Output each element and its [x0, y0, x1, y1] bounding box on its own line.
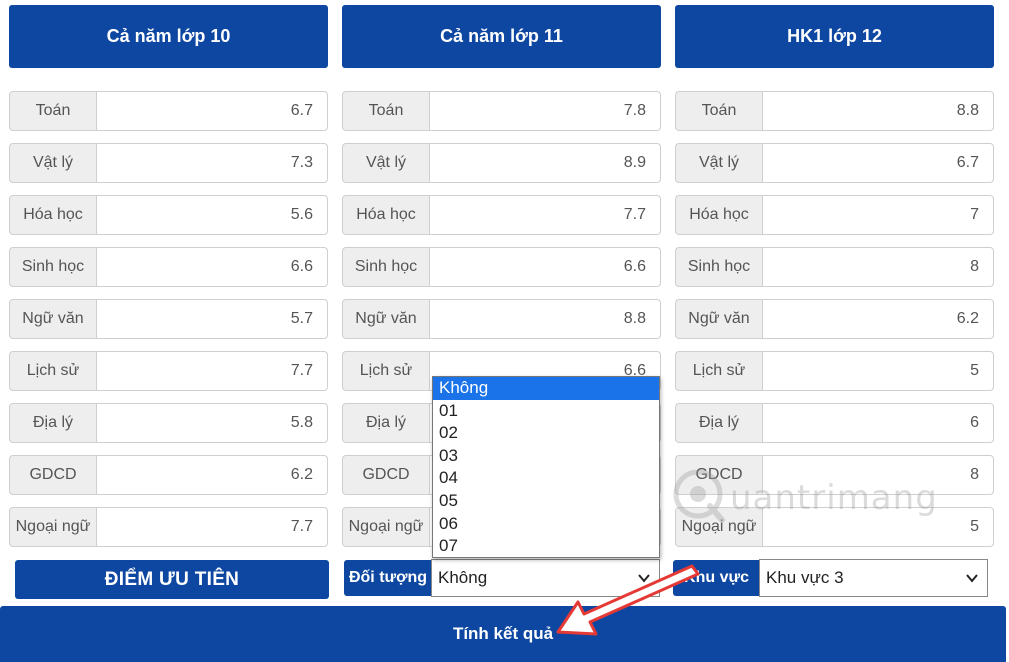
column-title[interactable]: Cả năm lớp 10	[9, 5, 328, 68]
subject-label: Ngoại ngữ	[342, 507, 430, 547]
score-input[interactable]: 6	[762, 403, 994, 443]
chevron-down-icon	[638, 574, 650, 583]
subject-row: Sinh học 8	[675, 247, 994, 287]
subject-label: Ngoại ngữ	[9, 507, 97, 547]
subject-label: Ngữ văn	[342, 299, 430, 339]
score-input[interactable]: 8.9	[429, 143, 661, 183]
subject-label: GDCD	[342, 455, 430, 495]
subject-label: Ngữ văn	[675, 299, 763, 339]
subject-label: Lịch sử	[9, 351, 97, 391]
subject-row: Vật lý 8.9	[342, 143, 661, 183]
subject-label: Toán	[9, 91, 97, 131]
subject-label: Vật lý	[675, 143, 763, 183]
dropdown-option[interactable]: 04	[433, 467, 659, 490]
subject-label: Lịch sử	[675, 351, 763, 391]
subject-label: Lịch sử	[342, 351, 430, 391]
dropdown-option[interactable]: 06	[433, 513, 659, 536]
score-input[interactable]: 5	[762, 507, 994, 547]
subject-label: Ngữ văn	[9, 299, 97, 339]
priority-score-button[interactable]: ĐIỂM ƯU TIÊN	[15, 560, 329, 599]
score-input[interactable]: 8.8	[762, 91, 994, 131]
subject-label: Vật lý	[342, 143, 430, 183]
subject-label: Sinh học	[9, 247, 97, 287]
score-input[interactable]: 5.6	[96, 195, 328, 235]
score-input[interactable]: 6.6	[429, 247, 661, 287]
dropdown-option[interactable]: 02	[433, 422, 659, 445]
doi-tuong-dropdown-list: Không 01 02 03 04 05 06 07	[432, 376, 660, 558]
subject-row: Địa lý 6	[675, 403, 994, 443]
khu-vuc-label: Khu vực	[673, 560, 760, 596]
dropdown-option[interactable]: 03	[433, 445, 659, 468]
score-input[interactable]: 8	[762, 455, 994, 495]
subject-row: Toán 8.8	[675, 91, 994, 131]
chevron-down-icon	[966, 574, 978, 583]
subject-row: Vật lý 7.3	[9, 143, 328, 183]
calculate-result-button[interactable]: Tính kết quả	[0, 606, 1006, 662]
subject-label: Toán	[675, 91, 763, 131]
subject-row: Sinh học 6.6	[9, 247, 328, 287]
score-input[interactable]: 6.6	[96, 247, 328, 287]
score-input[interactable]: 6.7	[762, 143, 994, 183]
subject-row: Ngữ văn 5.7	[9, 299, 328, 339]
dropdown-option[interactable]: 01	[433, 400, 659, 423]
score-input[interactable]: 5.7	[96, 299, 328, 339]
score-input[interactable]: 5.8	[96, 403, 328, 443]
subject-row: Toán 6.7	[9, 91, 328, 131]
score-input[interactable]: 7.7	[96, 351, 328, 391]
subject-row: GDCD 6.2	[9, 455, 328, 495]
khu-vuc-select[interactable]: Khu vực 3	[759, 559, 988, 597]
score-input[interactable]: 8	[762, 247, 994, 287]
subject-row: Hóa học 7	[675, 195, 994, 235]
score-input[interactable]: 7.3	[96, 143, 328, 183]
subject-label: Ngoại ngữ	[675, 507, 763, 547]
dropdown-option[interactable]: 07	[433, 535, 659, 558]
subject-label: Vật lý	[9, 143, 97, 183]
subject-row: Vật lý 6.7	[675, 143, 994, 183]
subject-row: Lịch sử 5	[675, 351, 994, 391]
score-input[interactable]: 7.8	[429, 91, 661, 131]
subject-row: Địa lý 5.8	[9, 403, 328, 443]
subject-row: Lịch sử 7.7	[9, 351, 328, 391]
score-input[interactable]: 6.2	[96, 455, 328, 495]
subject-row: Ngữ văn 8.8	[342, 299, 661, 339]
dropdown-option[interactable]: 05	[433, 490, 659, 513]
subject-label: Địa lý	[9, 403, 97, 443]
column-title[interactable]: Cả năm lớp 11	[342, 5, 661, 68]
doi-tuong-selected-value: Không	[438, 568, 488, 587]
subject-label: GDCD	[9, 455, 97, 495]
subject-row: Hóa học 7.7	[342, 195, 661, 235]
doi-tuong-label: Đối tượng	[344, 560, 432, 596]
score-input[interactable]: 5	[762, 351, 994, 391]
column-title[interactable]: HK1 lớp 12	[675, 5, 994, 68]
subject-label: GDCD	[675, 455, 763, 495]
subject-label: Toán	[342, 91, 430, 131]
khu-vuc-selected-value: Khu vực 3	[766, 568, 844, 587]
doi-tuong-select[interactable]: Không	[431, 559, 660, 597]
score-input[interactable]: 7.7	[429, 195, 661, 235]
subject-row: Ngoại ngữ 7.7	[9, 507, 328, 547]
score-input[interactable]: 6.7	[96, 91, 328, 131]
score-input[interactable]: 7.7	[96, 507, 328, 547]
subject-label: Sinh học	[342, 247, 430, 287]
subject-label: Hóa học	[342, 195, 430, 235]
subject-row: Ngoại ngữ 5	[675, 507, 994, 547]
subject-row: GDCD 8	[675, 455, 994, 495]
score-input[interactable]: 8.8	[429, 299, 661, 339]
subject-label: Địa lý	[342, 403, 430, 443]
subject-row: Toán 7.8	[342, 91, 661, 131]
score-input[interactable]: 7	[762, 195, 994, 235]
subject-label: Hóa học	[9, 195, 97, 235]
subject-label: Sinh học	[675, 247, 763, 287]
subject-label: Địa lý	[675, 403, 763, 443]
score-input[interactable]: 6.2	[762, 299, 994, 339]
dropdown-option[interactable]: Không	[433, 377, 659, 400]
subject-label: Hóa học	[675, 195, 763, 235]
subject-row: Ngữ văn 6.2	[675, 299, 994, 339]
subject-row: Sinh học 6.6	[342, 247, 661, 287]
subject-row: Hóa học 5.6	[9, 195, 328, 235]
